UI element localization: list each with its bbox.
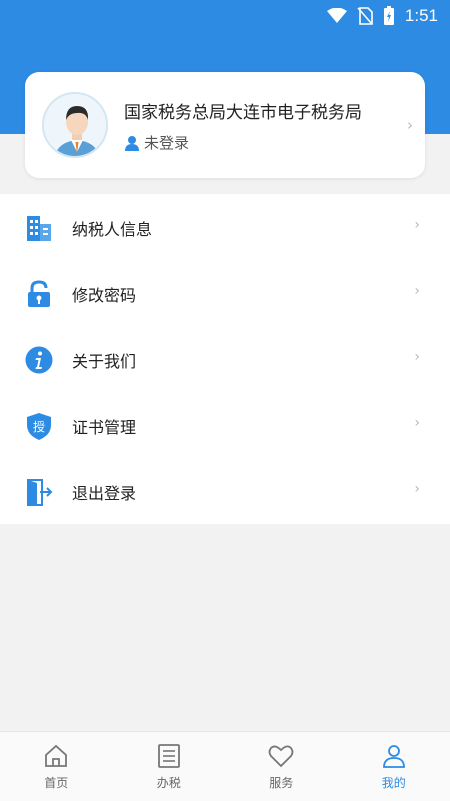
info-icon <box>25 346 53 374</box>
menu-item-logout[interactable]: 退出登录 › <box>0 458 450 524</box>
chevron-right-icon: › <box>414 415 420 431</box>
nav-tab-service[interactable]: 服务 <box>225 732 338 801</box>
menu-item-certificate-management[interactable]: 授 证书管理 › <box>0 392 450 458</box>
shield-auth-icon-text: 授 <box>33 419 45 434</box>
settings-menu: 纳税人信息 › 修改密码 › 关于我们 › 授 证书管理 › 退出登录 › <box>0 194 450 524</box>
nav-label: 首页 <box>44 776 69 790</box>
nav-tab-mine[interactable]: 我的 <box>338 732 450 801</box>
login-status-text: 未登录 <box>144 134 190 152</box>
menu-item-change-password[interactable]: 修改密码 › <box>0 260 450 326</box>
chevron-right-icon: › <box>407 116 413 134</box>
nav-tab-tax[interactable]: 办税 <box>113 732 226 801</box>
menu-item-label: 修改密码 <box>72 286 137 305</box>
status-icons: 1:51 <box>326 6 438 26</box>
shield-auth-icon: 授 <box>27 413 51 440</box>
profile-card[interactable]: 国家税务总局大连市电子税务局 未登录 › <box>25 72 425 178</box>
menu-item-taxpayer-info[interactable]: 纳税人信息 › <box>0 194 450 260</box>
home-icon <box>45 744 68 767</box>
no-sim-icon <box>357 7 373 25</box>
exit-door-icon <box>27 479 53 506</box>
lock-icon <box>28 280 50 307</box>
wifi-icon <box>326 8 347 23</box>
menu-item-label: 纳税人信息 <box>72 220 153 239</box>
bottom-nav: 首页 办税 服务 我的 <box>0 731 450 801</box>
nav-tab-home[interactable]: 首页 <box>0 732 113 801</box>
chevron-right-icon: › <box>414 217 420 233</box>
org-name: 国家税务总局大连市电子税务局 <box>124 103 362 123</box>
battery-charging-icon <box>383 6 394 25</box>
building-icon <box>27 216 51 241</box>
nav-label: 我的 <box>381 776 406 790</box>
user-avatar-icon <box>44 94 106 156</box>
menu-item-label: 关于我们 <box>72 352 137 371</box>
menu-item-label: 证书管理 <box>72 418 137 437</box>
status-bar: 1:51 <box>0 0 450 34</box>
person-icon <box>382 745 405 768</box>
list-icon <box>157 744 180 768</box>
menu-item-about-us[interactable]: 关于我们 › <box>0 326 450 392</box>
chevron-right-icon: › <box>414 481 420 497</box>
avatar <box>42 92 108 158</box>
menu-item-label: 退出登录 <box>72 484 137 503</box>
nav-label: 办税 <box>156 776 181 790</box>
user-icon <box>125 135 139 151</box>
heart-icon <box>268 745 294 768</box>
chevron-right-icon: › <box>414 283 420 299</box>
login-status[interactable]: 未登录 <box>124 132 189 153</box>
nav-label: 服务 <box>269 776 294 790</box>
status-time: 1:51 <box>404 6 438 25</box>
chevron-right-icon: › <box>414 349 420 365</box>
